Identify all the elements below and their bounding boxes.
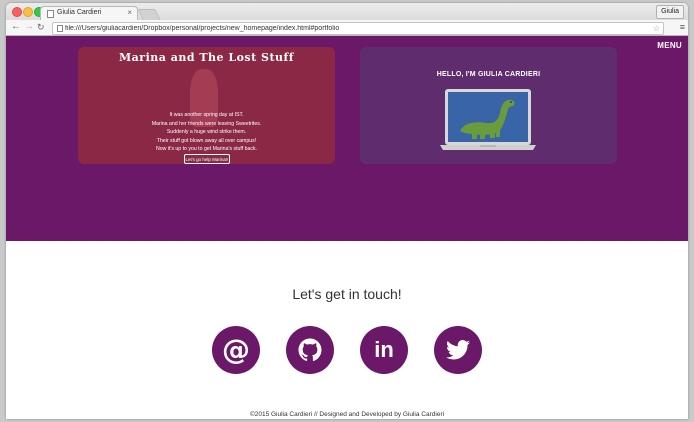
github-icon [298,338,322,362]
browser-tab[interactable]: Giulia Cardieri × [40,6,138,20]
footer-credits: ©2015 Giulia Cardieri // Designed and De… [249,411,445,418]
bookmark-star-icon[interactable]: ☆ [653,23,660,34]
profile-button[interactable]: Giulia [656,5,684,19]
minimize-window-button[interactable] [23,7,33,17]
at-sign-icon: @ [222,333,250,366]
title-bar: Giulia Cardieri × Giulia [6,3,688,20]
browser-toolbar: ← → ↻ ☆ ≡ [6,20,688,36]
page-icon [47,10,54,18]
story-line: Marina and her friends were leaving Swee… [151,120,262,127]
new-tab-button[interactable] [137,9,161,20]
about-project-card[interactable]: HELLO, I'M GIULIA CARDIERI [360,47,617,164]
story-line: It was another spring day at IST. [169,112,244,118]
browser-menu-icon[interactable]: ≡ [680,22,685,33]
twitter-button[interactable] [434,326,482,374]
github-button[interactable] [286,326,334,374]
file-icon [57,25,63,32]
contact-section: Let's get in touch! @ in ©2015 Giulia Ca… [6,241,688,419]
game-project-card[interactable]: Marina and The Lost Stuff It was another… [78,47,335,164]
story-line: Now it's up to you to get Marina's stuff… [155,146,258,153]
web-page: MENU Marina and The Lost Stuff It was an… [6,36,688,419]
play-game-button[interactable]: Let's go help Marina!! [184,154,230,164]
story-line: Suddenly a huge wind strike them. [166,129,247,136]
tab-title: Giulia Cardieri [57,9,102,16]
game-story: It was another spring day at IST. Marina… [78,111,335,154]
menu-link[interactable]: MENU [657,41,682,50]
browser-window: Giulia Cardieri × Giulia ← → ↻ ☆ ≡ MENU … [6,3,688,419]
hello-title: HELLO, I'M GIULIA CARDIERI [436,71,541,78]
url-input[interactable] [65,23,645,34]
linkedin-icon: in [374,337,394,362]
contact-heading: Let's get in touch! [292,286,402,302]
back-arrow-icon[interactable]: ← [11,21,21,33]
forward-arrow-icon[interactable]: → [24,21,34,33]
reload-icon[interactable]: ↻ [37,21,45,33]
portfolio-section: MENU Marina and The Lost Stuff It was an… [6,36,688,241]
linkedin-button[interactable]: in [360,326,408,374]
story-line: Their stuff got blown away all over camp… [156,137,257,144]
close-tab-icon[interactable]: × [127,8,132,17]
game-title: Marina and The Lost Stuff [118,51,295,64]
twitter-icon [446,340,470,360]
email-button[interactable]: @ [212,326,260,374]
close-window-button[interactable] [12,7,22,17]
laptop-dinosaur-illustration [440,89,536,150]
address-bar[interactable]: ☆ [52,22,664,35]
